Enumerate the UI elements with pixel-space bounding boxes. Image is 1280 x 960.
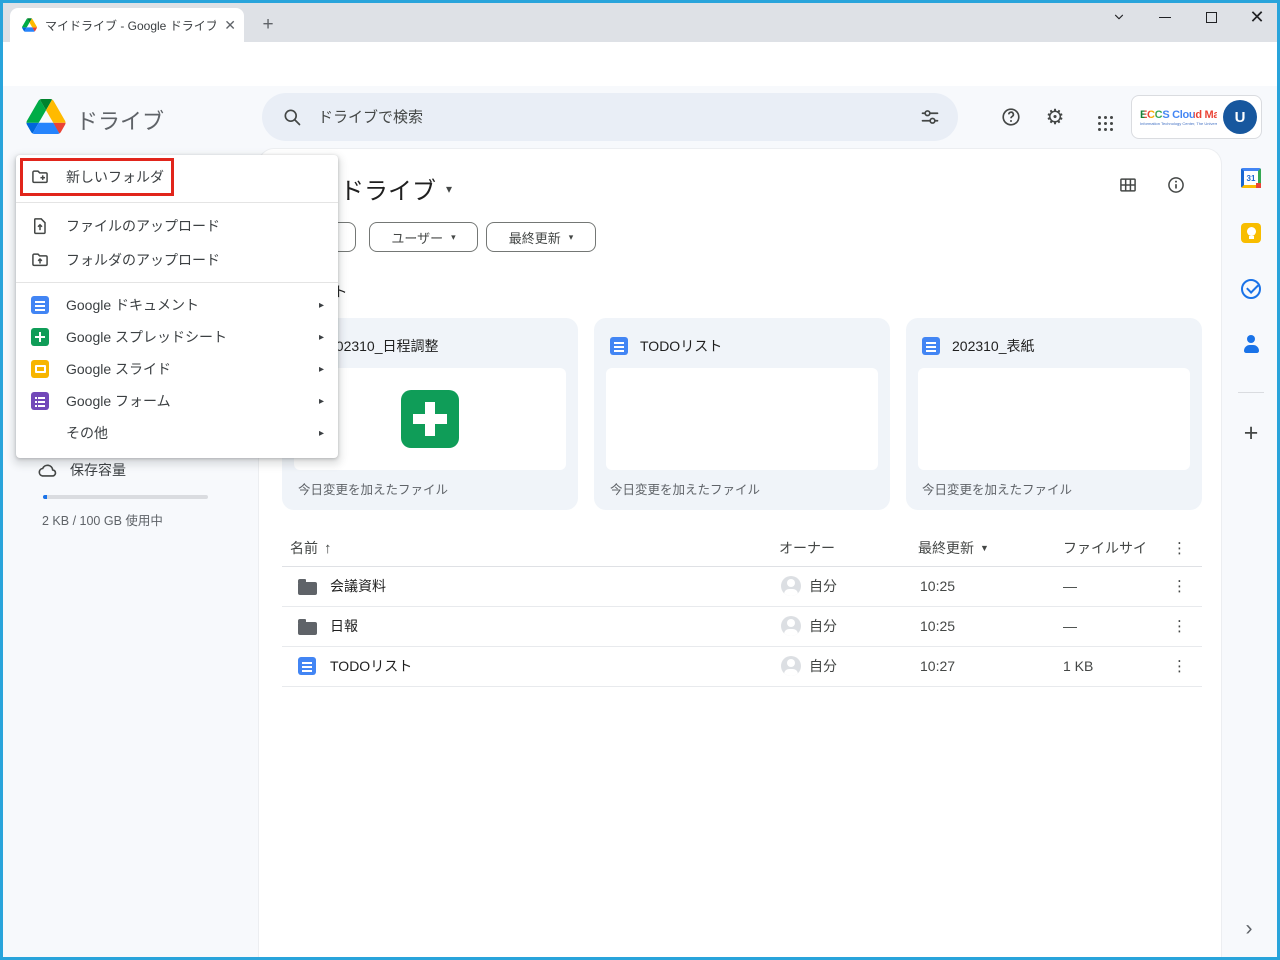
strip-divider [1238, 392, 1264, 393]
contacts-icon[interactable] [1241, 334, 1261, 354]
chevron-down-icon: ▾ [451, 232, 456, 243]
new-menu: 新しいフォルダ ファイルのアップロード フォルダのアップロード Google ド… [16, 155, 338, 458]
show-side-panel-chevron-icon[interactable]: › [1238, 916, 1260, 942]
submenu-arrow-icon: ▸ [319, 428, 324, 439]
folder-icon [298, 566, 317, 606]
column-options-kebab-icon[interactable]: ⋮ [1172, 530, 1187, 566]
search-input[interactable] [316, 108, 906, 127]
drive-account-avatar[interactable]: U [1223, 100, 1257, 134]
submenu-arrow-icon: ▸ [319, 300, 324, 311]
docs-file-icon [298, 646, 316, 686]
sheets-icon [30, 327, 50, 347]
sheets-logo-icon [401, 390, 459, 448]
drive-logo-icon[interactable] [26, 99, 66, 134]
storage-progress-fill [43, 495, 47, 499]
docs-icon [30, 295, 50, 315]
storage-usage-text: 2 KB / 100 GB 使用中 [42, 510, 163, 529]
submenu-arrow-icon: ▸ [319, 364, 324, 375]
menu-item-google-forms[interactable]: Google フォーム ▸ [16, 385, 338, 417]
file-preview [606, 368, 878, 470]
help-icon[interactable] [1000, 106, 1022, 128]
modified-cell: 10:25 [920, 606, 955, 646]
folder-icon [298, 606, 317, 646]
owner-avatar [781, 656, 801, 676]
submenu-arrow-icon: ▸ [319, 396, 324, 407]
menu-item-file-upload[interactable]: ファイルのアップロード [16, 209, 338, 243]
get-add-ons-plus-icon[interactable]: + [1239, 419, 1263, 447]
filter-chip-people[interactable]: ユーザー ▾ [369, 222, 478, 252]
size-cell: — [1063, 606, 1077, 646]
file-upload-icon [30, 216, 50, 236]
tab-title: マイドライブ - Google ドライブ [45, 17, 216, 34]
chevron-down-icon: ▾ [446, 182, 452, 196]
window-maximize-button[interactable] [1198, 4, 1224, 30]
submenu-arrow-icon: ▸ [319, 332, 324, 343]
suggested-file-card[interactable]: TODOリスト 今日変更を加えたファイル [594, 318, 890, 510]
browser-toolbar: ← → ↻ drive.google.com/drive/my-drive ☆ … [0, 42, 1280, 86]
details-info-icon[interactable] [1166, 175, 1186, 195]
google-apps-grid-icon[interactable] [1088, 106, 1110, 128]
drive-app-name: ドライブ [76, 104, 164, 136]
sort-ascending-arrow-icon: ↑ [324, 540, 332, 557]
docs-file-icon [610, 337, 628, 355]
owner-avatar [781, 576, 801, 596]
row-options-kebab-icon[interactable]: ⋮ [1172, 606, 1187, 646]
owner-cell: 自分 [781, 606, 837, 646]
file-name[interactable]: TODOリスト [330, 646, 412, 686]
menu-item-folder-upload[interactable]: フォルダのアップロード [16, 243, 338, 277]
folder-upload-icon [30, 250, 50, 270]
column-header-owner[interactable]: オーナー [779, 530, 835, 566]
chevron-down-icon: ▾ [569, 232, 574, 243]
row-options-kebab-icon[interactable]: ⋮ [1172, 566, 1187, 606]
owner-avatar [781, 616, 801, 636]
cloud-icon [36, 459, 58, 481]
menu-item-google-sheets[interactable]: Google スプレッドシート ▸ [16, 321, 338, 353]
sort-descending-caret-icon: ▼ [980, 543, 989, 553]
size-cell: 1 KB [1063, 646, 1093, 686]
suggested-file-card[interactable]: 202310_表紙 今日変更を加えたファイル [906, 318, 1202, 510]
drive-favicon-icon [22, 18, 37, 32]
column-header-modified[interactable]: 最終更新 ▼ [918, 530, 989, 566]
row-options-kebab-icon[interactable]: ⋮ [1172, 646, 1187, 686]
tasks-icon[interactable] [1241, 279, 1261, 299]
storage-progress-bar [43, 495, 208, 499]
modified-cell: 10:27 [920, 646, 955, 686]
file-name[interactable]: 会議資料 [330, 566, 386, 606]
filter-chip-modified[interactable]: 最終更新 ▾ [486, 222, 596, 252]
column-header-name[interactable]: 名前 ↑ [290, 530, 332, 566]
window-minimize-button[interactable] [1152, 4, 1178, 30]
docs-file-icon [922, 337, 940, 355]
browser-tab[interactable]: マイドライブ - Google ドライブ ✕ [10, 8, 244, 42]
new-tab-button[interactable]: + [256, 13, 280, 37]
tab-close-icon[interactable]: ✕ [224, 18, 236, 32]
browser-tab-strip: マイドライブ - Google ドライブ ✕ + ✕ [0, 0, 1280, 42]
new-folder-icon [30, 167, 50, 187]
search-options-tune-icon[interactable] [920, 107, 940, 127]
forms-icon [30, 391, 50, 411]
file-preview [918, 368, 1190, 470]
file-name[interactable]: 日報 [330, 606, 358, 646]
owner-cell: 自分 [781, 646, 837, 686]
window-close-button[interactable]: ✕ [1244, 4, 1270, 30]
calendar-icon[interactable]: 31 [1241, 168, 1261, 188]
menu-item-google-docs[interactable]: Google ドキュメント ▸ [16, 289, 338, 321]
modified-cell: 10:25 [920, 566, 955, 606]
menu-item-new-folder[interactable]: 新しいフォルダ [16, 158, 338, 196]
eccs-logo: ECCS Cloud Mail Information Technology C… [1140, 109, 1217, 126]
tab-search-chevron-icon[interactable] [1106, 4, 1132, 30]
menu-item-more[interactable]: その他 ▸ [16, 417, 338, 449]
owner-cell: 自分 [781, 566, 837, 606]
grid-view-toggle-icon[interactable] [1118, 175, 1138, 195]
menu-item-google-slides[interactable]: Google スライド ▸ [16, 353, 338, 385]
column-header-size[interactable]: ファイルサイ [1063, 530, 1147, 566]
row-divider [282, 686, 1202, 687]
search-icon[interactable] [282, 107, 302, 127]
keep-icon[interactable] [1241, 223, 1261, 243]
storage-nav-item[interactable]: 保存容量 [36, 459, 126, 481]
slides-icon [30, 359, 50, 379]
eccs-account-card[interactable]: ECCS Cloud Mail Information Technology C… [1131, 95, 1262, 139]
drive-search-bar[interactable] [262, 93, 958, 141]
settings-gear-icon[interactable]: ⚙ [1044, 106, 1066, 128]
size-cell: — [1063, 566, 1077, 606]
